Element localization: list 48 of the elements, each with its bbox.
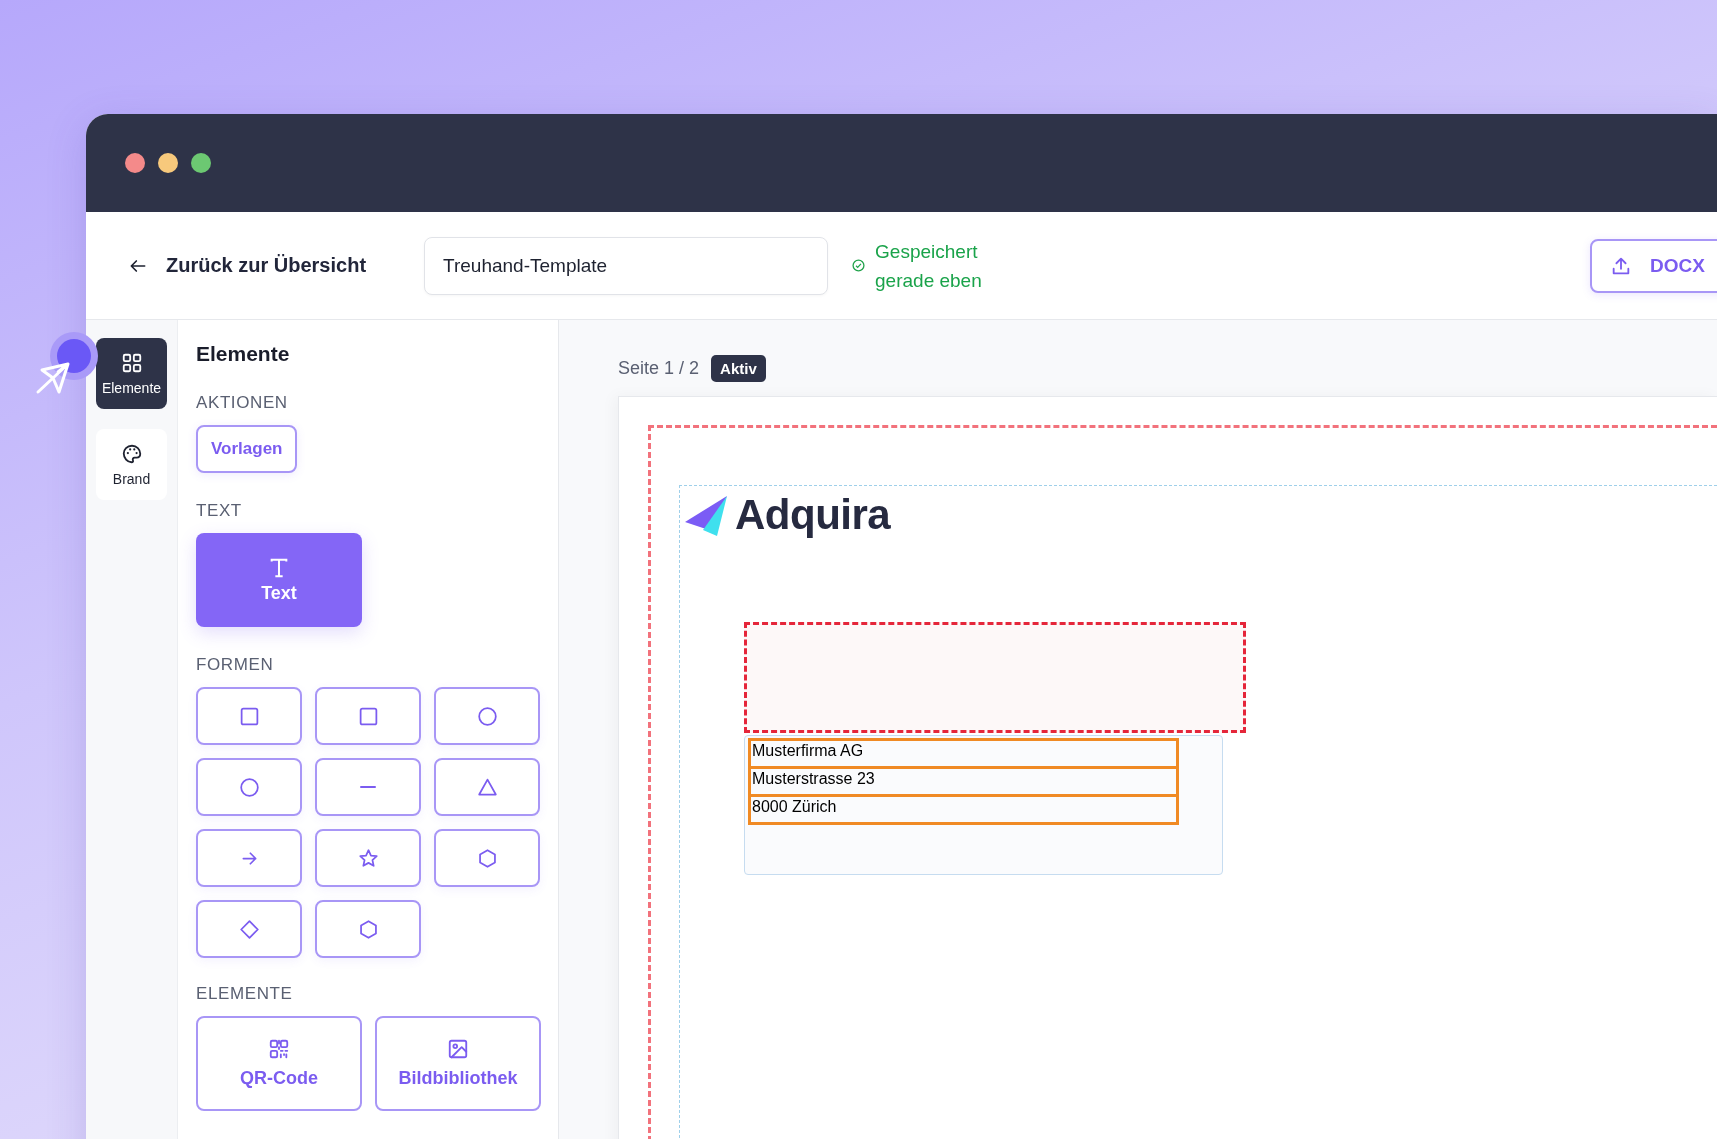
section-heading: FORMEN xyxy=(196,655,275,675)
title-input-field[interactable]: Treuhand-Template xyxy=(424,236,829,295)
square-icon xyxy=(238,705,260,727)
page-indicator: Seite 1 / 2 xyxy=(618,357,700,379)
square-shape-button[interactable] xyxy=(315,687,421,745)
hexagon-shape-button[interactable] xyxy=(434,829,540,887)
window-control-button[interactable] xyxy=(125,153,145,173)
qr-code-icon xyxy=(268,1038,290,1060)
panel-title: Elemente xyxy=(196,342,291,366)
sidebar-tab[interactable]: Brand xyxy=(96,429,167,500)
section-heading: AKTIONEN xyxy=(196,393,289,413)
triangle-icon xyxy=(476,776,498,798)
circle-shape-button[interactable] xyxy=(196,758,302,816)
square-icon xyxy=(357,705,379,727)
sidebar-tab[interactable]: Elemente xyxy=(96,338,167,409)
star-shape-button[interactable] xyxy=(315,829,421,887)
diamond-icon xyxy=(238,918,260,940)
qr-code-button[interactable]: QR-Code xyxy=(196,1016,362,1111)
diamond-shape-button[interactable] xyxy=(196,900,302,958)
hexagon-icon xyxy=(357,918,379,940)
image-icon xyxy=(447,1038,469,1060)
circle-icon xyxy=(238,776,260,798)
logo-text: Adquira xyxy=(735,491,891,539)
templates-button[interactable]: Vorlagen xyxy=(196,425,298,473)
save-status-text: Gespeichert gerade eben xyxy=(875,239,983,293)
circle-shape-button[interactable] xyxy=(434,687,540,745)
line-icon xyxy=(360,785,376,789)
line-shape-button[interactable] xyxy=(315,758,421,816)
text-tool-button[interactable]: Text xyxy=(196,533,362,627)
hexagon-icon xyxy=(476,847,498,869)
image-library-button[interactable]: Bildbibliothek xyxy=(375,1016,541,1111)
circle-icon xyxy=(476,705,498,727)
window-control-button[interactable] xyxy=(191,153,211,173)
text-icon xyxy=(268,556,290,579)
window-control-button[interactable] xyxy=(158,153,178,173)
square-shape-button[interactable] xyxy=(196,687,302,745)
check-circle-icon xyxy=(852,259,866,272)
star-icon xyxy=(357,847,379,869)
hexagon-shape-button[interactable] xyxy=(315,900,421,958)
grid-icon xyxy=(120,351,143,374)
status-badge: Aktiv xyxy=(711,354,766,382)
triangle-shape-button[interactable] xyxy=(434,758,540,816)
palette-icon xyxy=(120,442,143,465)
export-button[interactable]: DOCX xyxy=(1590,238,1717,293)
section-heading: TEXT xyxy=(196,501,243,521)
arrow-shape-button[interactable] xyxy=(196,829,302,887)
section-heading: ELEMENTE xyxy=(196,984,294,1004)
back-link[interactable]: Zurück zur Übersicht xyxy=(128,254,367,277)
